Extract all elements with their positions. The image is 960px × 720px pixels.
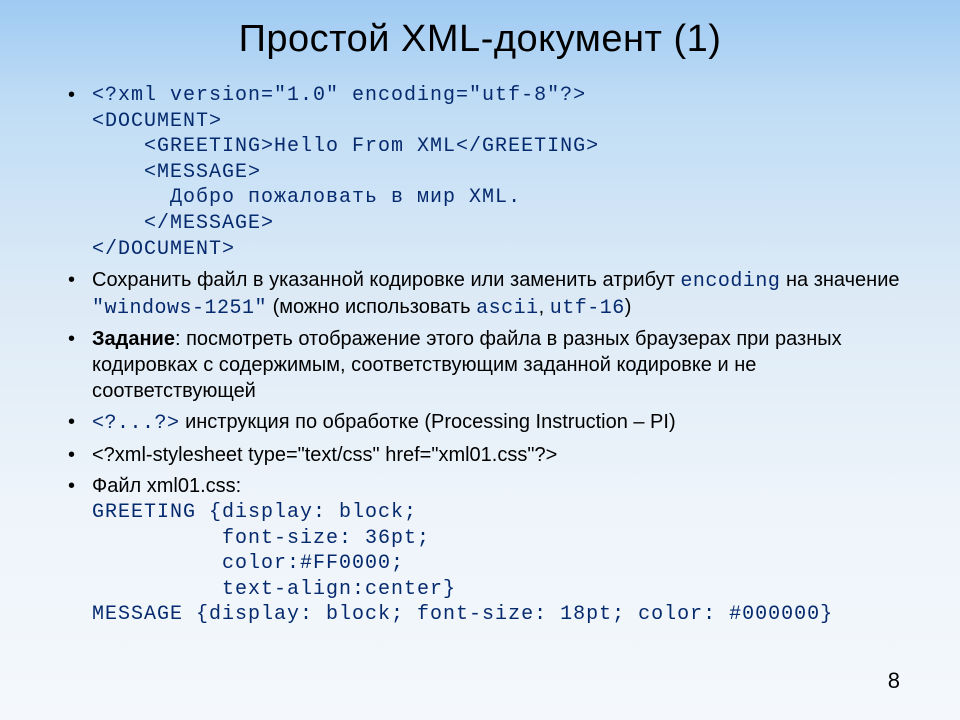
code-inline-utf16: utf-16 <box>550 297 625 320</box>
text-fragment: Сохранить файл в указанной кодировке или… <box>92 269 680 291</box>
task-label: Задание <box>92 328 175 350</box>
code-inline-ascii: ascii <box>476 297 539 320</box>
code-xml-sample: <?xml version="1.0" encoding="utf-8"?> <… <box>92 83 912 262</box>
bullet-css-file: Файл xml01.css: GREETING {display: block… <box>68 474 912 628</box>
bullet-list: <?xml version="1.0" encoding="utf-8"?> <… <box>48 83 912 628</box>
bullet-stylesheet-pi: <?xml-stylesheet type="text/css" href="x… <box>68 443 912 469</box>
bullet-processing-instruction: <?...?> инструкция по обработке (Process… <box>68 410 912 437</box>
code-inline-pi: <?...?> <box>92 412 180 435</box>
text-fragment: инструкция по обработке (Processing Inst… <box>180 411 676 433</box>
task-text: : посмотреть отображение этого файла в р… <box>92 328 842 401</box>
bullet-task: Задание: посмотреть отображение этого фа… <box>68 327 912 404</box>
slide: Простой XML-документ (1) <?xml version="… <box>0 0 960 628</box>
bullet-save-encoding: Сохранить файл в указанной кодировке или… <box>68 268 912 321</box>
text-fragment: на значение <box>780 269 899 291</box>
slide-title: Простой XML-документ (1) <box>48 18 912 61</box>
text-fragment: ) <box>625 296 632 318</box>
text-css-intro: Файл xml01.css: <box>92 475 241 497</box>
text-fragment: , <box>539 296 550 318</box>
text-stylesheet-pi: <?xml-stylesheet type="text/css" href="x… <box>92 444 557 466</box>
code-inline-windows1251: "windows-1251" <box>92 297 267 320</box>
code-inline-encoding: encoding <box>680 270 780 293</box>
page-number: 8 <box>888 668 900 694</box>
bullet-xml-sample: <?xml version="1.0" encoding="utf-8"?> <… <box>68 83 912 262</box>
code-css-block: GREETING {display: block; font-size: 36p… <box>92 500 912 628</box>
text-fragment: (можно использовать <box>267 296 476 318</box>
